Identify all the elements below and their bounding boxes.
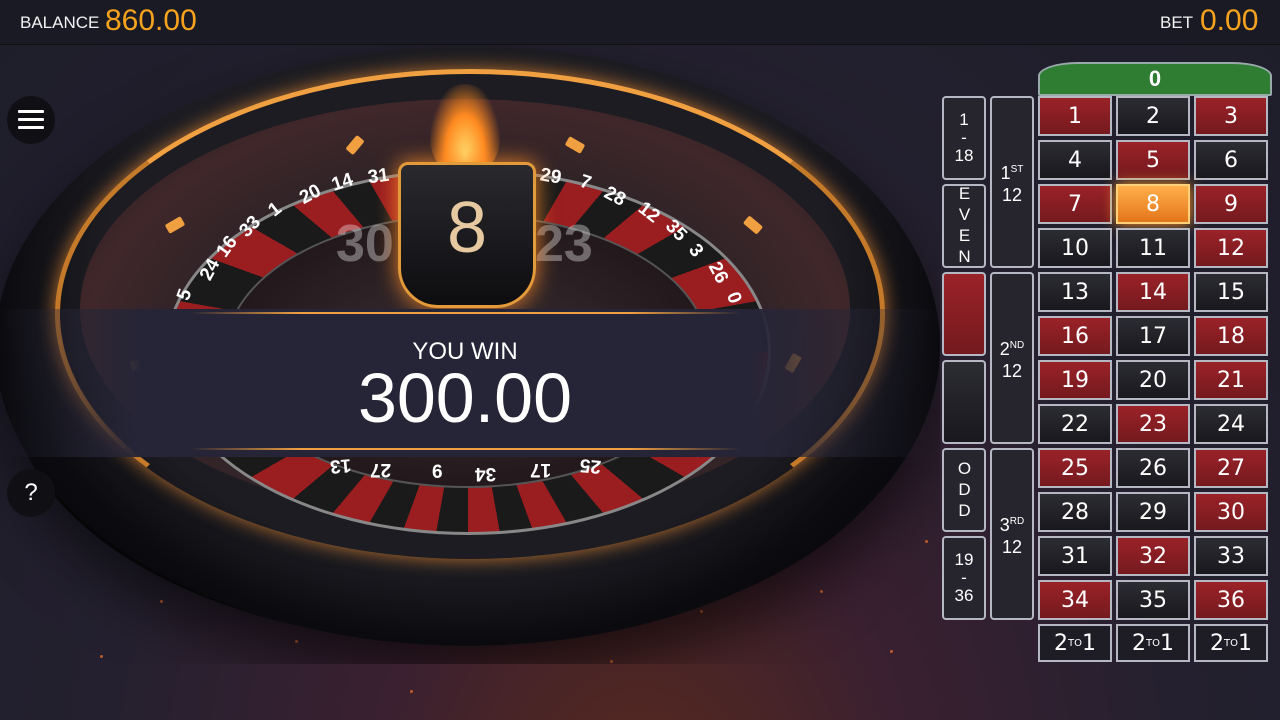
bet-even[interactable]: EVEN	[942, 184, 986, 268]
bet-cell-number[interactable]: 26	[1116, 448, 1190, 488]
bet-odd[interactable]: ODD	[942, 448, 986, 532]
bet-cell-number[interactable]: 34	[1038, 580, 1112, 620]
bet-cell-number[interactable]: 11	[1116, 228, 1190, 268]
menu-button[interactable]	[7, 96, 55, 144]
wheel-number: 31	[366, 164, 391, 189]
bet-cell-number[interactable]: 16	[1038, 316, 1112, 356]
bet-column-2[interactable]: 2 TO 1	[1116, 624, 1190, 662]
top-bar: BALANCE 860.00 BET 0.00	[0, 0, 1280, 45]
result-display: 8	[398, 162, 536, 308]
wheel-number: 29	[538, 164, 563, 189]
bet-cell-number[interactable]: 19	[1038, 360, 1112, 400]
bet-cell-number[interactable]: 5	[1116, 140, 1190, 180]
bet-cell-number[interactable]: 21	[1194, 360, 1268, 400]
neighbor-number-right: 23	[535, 215, 593, 273]
win-amount: 300.00	[357, 359, 573, 437]
bet-column-3[interactable]: 2 TO 1	[1194, 624, 1268, 662]
wheel-number: 27	[370, 459, 392, 480]
bet-high-19-36[interactable]: 19 - 36	[942, 536, 986, 620]
bet-cell-number[interactable]: 22	[1038, 404, 1112, 444]
bet-cell-number[interactable]: 29	[1116, 492, 1190, 532]
bet-cell-number[interactable]: 20	[1116, 360, 1190, 400]
bet-value: 0.00	[1200, 4, 1259, 37]
bet-cell-number[interactable]: 30	[1194, 492, 1268, 532]
bet-cell-number[interactable]: 6	[1194, 140, 1268, 180]
bet-cell-number[interactable]: 10	[1038, 228, 1112, 268]
bet-column-1[interactable]: 2 TO 1	[1038, 624, 1112, 662]
bet-low-1-18[interactable]: 1 - 18	[942, 96, 986, 180]
bet-cell-number[interactable]: 9	[1194, 184, 1268, 224]
bet-dozen-2[interactable]: 2ND 12	[990, 272, 1034, 444]
bet-cell-number[interactable]: 4	[1038, 140, 1112, 180]
neighbor-number-left: 30	[336, 215, 394, 273]
bet-cell-number[interactable]: 12	[1194, 228, 1268, 268]
bet-black[interactable]	[942, 360, 986, 444]
win-banner-bottom-line	[190, 448, 740, 450]
bet-label: BET	[1160, 13, 1194, 32]
bet-cell-number[interactable]: 13	[1038, 272, 1112, 312]
bet-dozen-3[interactable]: 3RD 12	[990, 448, 1034, 620]
bet-cell-number[interactable]: 2	[1116, 96, 1190, 136]
hamburger-icon	[18, 110, 44, 130]
bet-cell-number[interactable]: 31	[1038, 536, 1112, 576]
win-banner-top-line	[190, 312, 740, 314]
bet-cell-number[interactable]: 1	[1038, 96, 1112, 136]
bet-red[interactable]	[942, 272, 986, 356]
bet-cell-number[interactable]: 8	[1116, 184, 1190, 224]
bet-cell-number[interactable]: 24	[1194, 404, 1268, 444]
bet-cell-zero[interactable]: 0	[1038, 62, 1272, 96]
balance-label: BALANCE	[20, 13, 100, 32]
bet-cell-number[interactable]: 3	[1194, 96, 1268, 136]
bet-cell-number[interactable]: 15	[1194, 272, 1268, 312]
bet-cell-number[interactable]: 18	[1194, 316, 1268, 356]
bet-cell-number[interactable]: 23	[1116, 404, 1190, 444]
flame-effect	[430, 84, 500, 174]
bet-cell-number[interactable]: 33	[1194, 536, 1268, 576]
bet-cell-number[interactable]: 14	[1116, 272, 1190, 312]
bet-cell-number[interactable]: 36	[1194, 580, 1268, 620]
bet-cell-number[interactable]: 27	[1194, 448, 1268, 488]
result-number: 8	[446, 188, 488, 268]
bet-cell-number[interactable]: 32	[1116, 536, 1190, 576]
wheel-number: 6	[432, 462, 443, 483]
bet-cell-number[interactable]: 7	[1038, 184, 1112, 224]
help-button[interactable]: ?	[7, 469, 55, 517]
bet-cell-number[interactable]: 28	[1038, 492, 1112, 532]
bet-dozen-1[interactable]: 1ST 12	[990, 96, 1034, 268]
wheel-number: 17	[530, 459, 552, 480]
wheel-number: 34	[475, 463, 497, 484]
balance-value: 860.00	[105, 4, 197, 37]
bet-cell-number[interactable]: 17	[1116, 316, 1190, 356]
bet-cell-number[interactable]: 35	[1116, 580, 1190, 620]
bet-cell-number[interactable]: 25	[1038, 448, 1112, 488]
